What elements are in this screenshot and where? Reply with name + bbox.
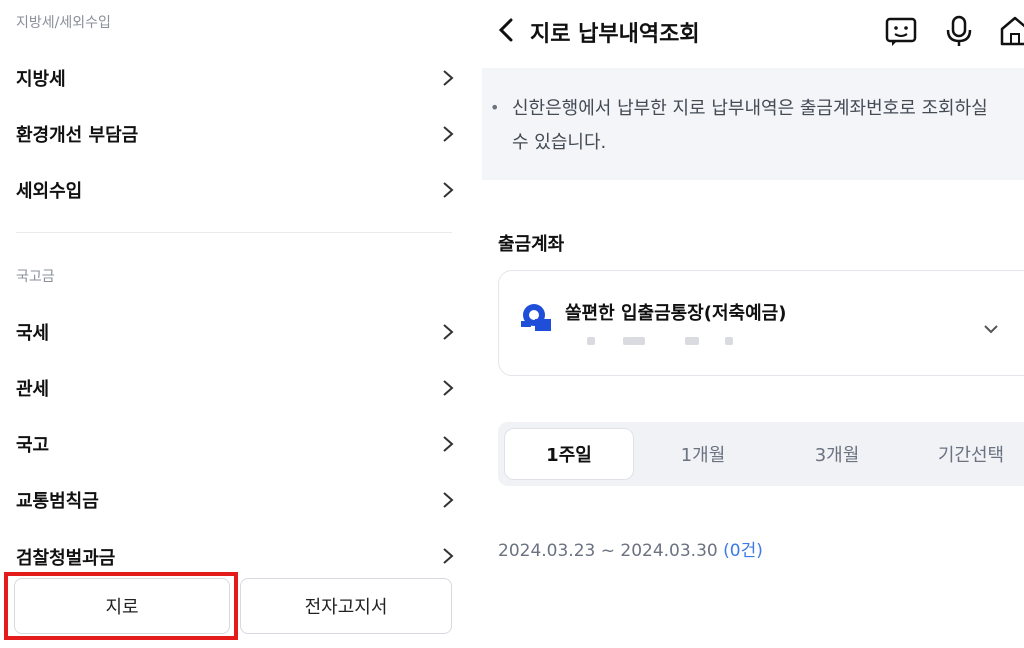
date-range: 2024.03.23 ~ 2024.03.30 (0건) (498, 536, 763, 561)
bank-logo-icon (519, 301, 553, 335)
page-title: 지로 납부내역조회 (530, 22, 700, 47)
menu-item-local-tax[interactable]: 지방세 (0, 58, 468, 98)
tax-menu-panel: 지방세/세외수입 지방세 환경개선 부담금 세외수입 국고금 국세 관세 국고 … (0, 0, 468, 648)
chevron-right-icon (441, 378, 455, 398)
header: 지로 납부내역조회 (482, 0, 1024, 62)
electronic-bill-button[interactable]: 전자고지서 (240, 578, 452, 634)
tab-3-months[interactable]: 3개월 (772, 428, 902, 480)
date-range-text: 2024.03.23 ~ 2024.03.30 (498, 541, 718, 561)
menu-item-label: 교통범칙금 (16, 491, 99, 512)
menu-item-label: 검찰청벌과금 (16, 548, 116, 569)
account-name: 쏠편한 입출금통장(저축예금) (565, 303, 787, 324)
masked-account-number (725, 337, 733, 345)
menu-item-label: 세외수입 (16, 181, 83, 202)
withdrawal-account-label: 출금계좌 (498, 234, 565, 255)
back-arrow-icon[interactable] (496, 16, 516, 44)
section-title-national-treasury: 국고금 (16, 269, 55, 285)
notice-box: • 신한은행에서 납부한 지로 납부내역은 출금계좌번호로 조회하실 수 있습니… (482, 68, 1024, 180)
account-selector[interactable]: 쏠편한 입출금통장(저축예금) (498, 270, 1024, 376)
bottom-button-row: 지로 전자고지서 (0, 570, 468, 648)
tab-custom-period[interactable]: 기간선택 (906, 428, 1024, 480)
menu-item-label: 국세 (16, 323, 50, 344)
microphone-icon[interactable] (942, 14, 976, 48)
menu-item-prosecution-fine[interactable]: 검찰청벌과금 (0, 536, 468, 570)
chevron-right-icon (441, 322, 455, 342)
section-title-local-tax: 지방세/세외수입 (16, 15, 111, 31)
notice-text: 신한은행에서 납부한 지로 납부내역은 출금계좌번호로 조회하실 수 있습니다. (512, 98, 988, 153)
menu-item-traffic-fine[interactable]: 교통범칙금 (0, 480, 468, 520)
menu-item-treasury[interactable]: 국고 (0, 424, 468, 464)
menu-item-label: 지방세 (16, 69, 66, 90)
menu-item-non-tax-revenue[interactable]: 세외수입 (0, 170, 468, 210)
home-icon[interactable] (998, 14, 1024, 48)
period-tabs: 1주일 1개월 3개월 기간선택 (498, 422, 1024, 486)
masked-account-number (685, 337, 699, 345)
chevron-right-icon (441, 124, 455, 144)
chevron-right-icon (441, 546, 455, 566)
menu-item-national-tax[interactable]: 국세 (0, 312, 468, 352)
menu-item-label: 환경개선 부담금 (16, 125, 139, 146)
menu-item-environment-charge[interactable]: 환경개선 부담금 (0, 114, 468, 154)
menu-item-customs[interactable]: 관세 (0, 368, 468, 408)
giro-history-panel: 지로 납부내역조회 • 신한은행에서 납부한 지로 납부내역은 출금계좌번호로 … (482, 0, 1024, 648)
chevron-right-icon (441, 68, 455, 88)
masked-account-number (623, 337, 645, 345)
masked-account-number (587, 337, 595, 345)
result-count: (0건) (723, 541, 763, 561)
giro-button[interactable]: 지로 (14, 578, 230, 634)
menu-item-label: 국고 (16, 435, 50, 456)
bullet-icon: • (490, 98, 500, 117)
chevron-right-icon (441, 434, 455, 454)
tab-1-week[interactable]: 1주일 (504, 428, 634, 480)
section-divider (16, 232, 452, 233)
menu-item-label: 관세 (16, 379, 50, 400)
tab-1-month[interactable]: 1개월 (638, 428, 768, 480)
chevron-down-icon (983, 319, 999, 334)
chatbot-icon[interactable] (884, 14, 918, 48)
chevron-right-icon (441, 490, 455, 510)
chevron-right-icon (441, 180, 455, 200)
